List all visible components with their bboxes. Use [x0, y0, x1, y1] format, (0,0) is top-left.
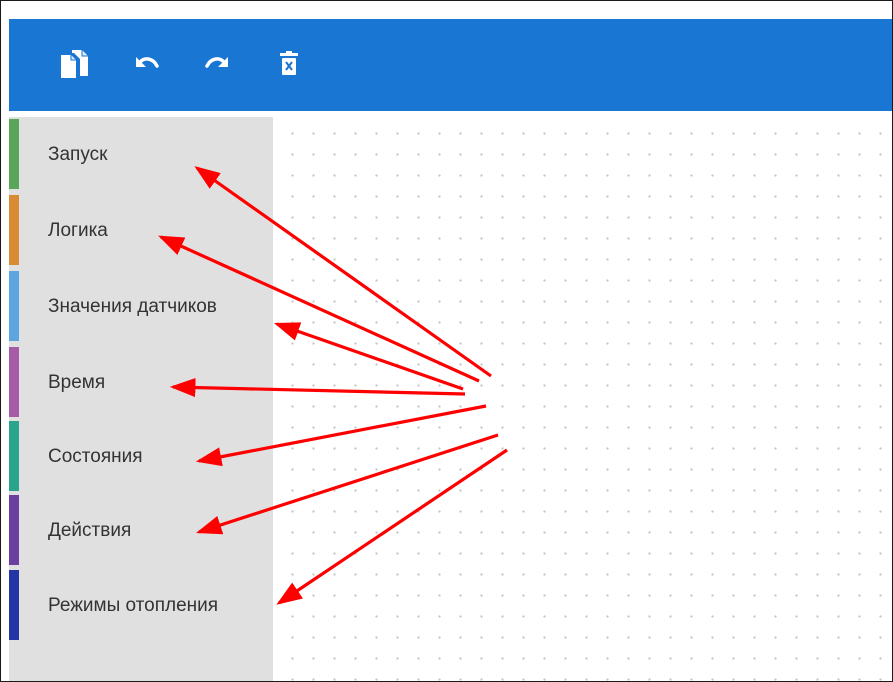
category-color-bar — [9, 119, 19, 189]
category-time[interactable]: Время — [9, 345, 273, 417]
category-sidebar: Запуск Логика Значения датчиков Время Со… — [9, 117, 273, 681]
copy-icon — [58, 48, 92, 82]
copy-button[interactable] — [57, 47, 93, 83]
category-label: Логика — [48, 220, 108, 241]
redo-icon — [202, 50, 232, 80]
category-label: Запуск — [48, 144, 108, 165]
category-label: Режимы отопления — [48, 595, 219, 616]
delete-button[interactable] — [271, 47, 307, 83]
category-label: Состояния — [48, 446, 143, 467]
category-actions[interactable]: Действия — [9, 493, 273, 565]
category-label: Время — [48, 372, 106, 393]
delete-icon — [276, 50, 302, 80]
category-color-bar — [9, 495, 19, 565]
blocks-workspace[interactable] — [273, 117, 892, 681]
category-color-bar — [9, 421, 19, 491]
category-sensor-values[interactable]: Значения датчиков — [9, 269, 273, 341]
app-frame: Запуск Логика Значения датчиков Время Со… — [0, 0, 893, 682]
category-heating-modes[interactable]: Режимы отопления — [9, 568, 273, 640]
toolbar — [9, 19, 892, 111]
category-color-bar — [9, 347, 19, 417]
undo-icon — [132, 50, 162, 80]
redo-button[interactable] — [199, 47, 235, 83]
category-label: Действия — [48, 520, 132, 541]
category-logic[interactable]: Логика — [9, 193, 273, 265]
category-launch[interactable]: Запуск — [9, 117, 273, 189]
undo-button[interactable] — [129, 47, 165, 83]
category-states[interactable]: Состояния — [9, 419, 273, 491]
category-color-bar — [9, 271, 19, 341]
category-color-bar — [9, 570, 19, 640]
category-label: Значения датчиков — [48, 296, 217, 317]
category-color-bar — [9, 195, 19, 265]
